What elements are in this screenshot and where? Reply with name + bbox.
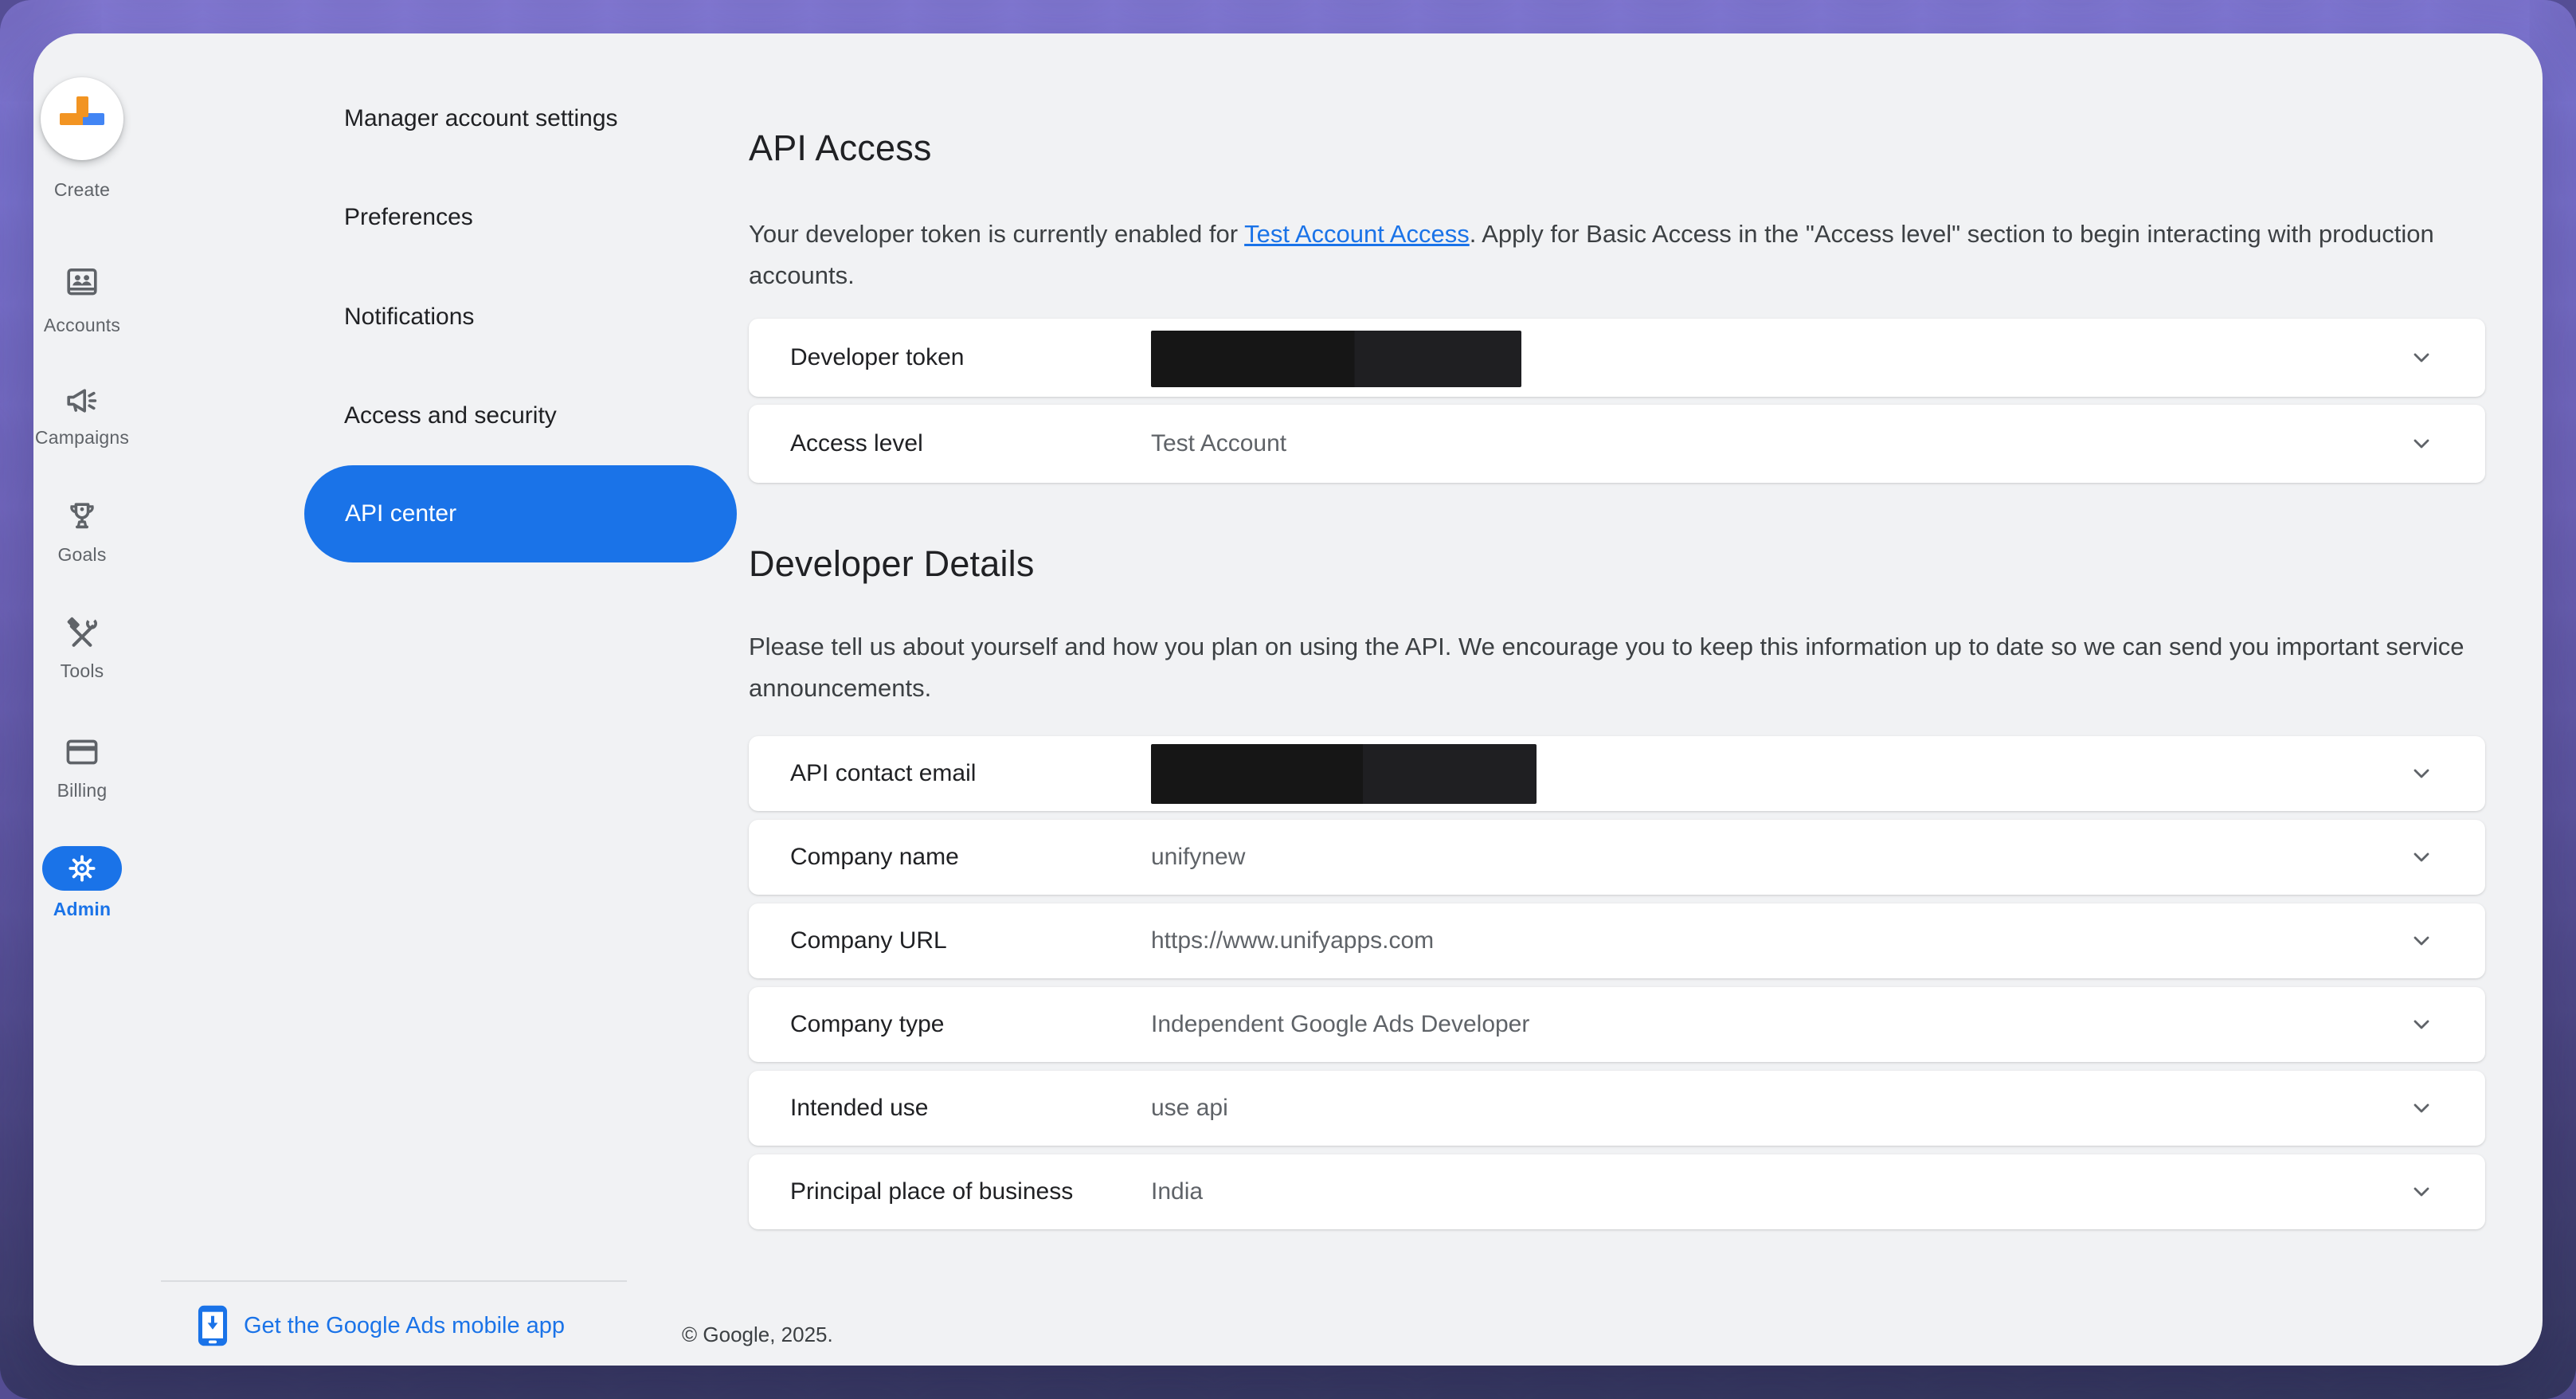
api-contact-email-label: API contact email [790,760,1151,787]
redacted-api-contact-email-value [1151,744,1537,804]
rail-item-create-label[interactable]: Create [33,179,146,201]
rail-item-tools-label[interactable]: Tools [33,660,146,682]
accounts-icon[interactable] [63,263,101,301]
api-access-description-before: Your developer token is currently enable… [749,220,1244,248]
access-level-value: Test Account [1151,430,1286,457]
principal-place-of-business-value: India [1151,1178,1203,1205]
intended-use-value: use api [1151,1095,1228,1122]
developer-details-title: Developer Details [749,543,1035,585]
nav-item-access-and-security[interactable]: Access and security [344,398,557,433]
intended-use-row[interactable]: Intended use use api [749,1071,2485,1146]
nav-footer-divider [161,1280,627,1282]
access-level-label: Access level [790,430,1151,457]
chevron-down-icon[interactable] [2409,1179,2434,1205]
rail-item-billing-label[interactable]: Billing [33,780,146,801]
company-name-row[interactable]: Company name unifynew [749,820,2485,895]
create-button[interactable] [41,77,123,160]
access-level-row[interactable]: Access level Test Account [749,405,2485,483]
rail-item-admin[interactable] [42,846,122,891]
nav-item-preferences[interactable]: Preferences [344,200,473,235]
nav-item-notifications[interactable]: Notifications [344,300,474,335]
gear-icon [66,852,98,884]
company-url-row[interactable]: Company URL https://www.unifyapps.com [749,903,2485,978]
chevron-down-icon[interactable] [2409,1095,2434,1121]
get-mobile-app-label: Get the Google Ads mobile app [244,1313,565,1339]
company-type-value: Independent Google Ads Developer [1151,1011,1529,1038]
google-ads-window: Create Accounts Campaigns Goa [33,33,2543,1366]
phone-download-icon [198,1305,228,1346]
chevron-down-icon[interactable] [2409,928,2434,954]
chevron-down-icon[interactable] [2409,761,2434,786]
nav-item-manager-account-settings[interactable]: Manager account settings [344,101,618,136]
api-contact-email-row[interactable]: API contact email [749,736,2485,811]
rail-item-admin-label[interactable]: Admin [33,899,146,920]
company-name-value: unifynew [1151,844,1245,871]
megaphone-icon[interactable] [63,382,101,420]
redacted-developer-token-value [1151,331,1521,387]
rail-item-goals-label[interactable]: Goals [33,544,146,566]
api-access-title: API Access [749,127,932,169]
copyright-notice: © Google, 2025. [682,1323,833,1347]
company-url-label: Company URL [790,927,1151,954]
company-url-value: https://www.unifyapps.com [1151,927,1434,954]
principal-place-of-business-row[interactable]: Principal place of business India [749,1154,2485,1229]
plus-icon [60,96,104,141]
rail-item-accounts-label[interactable]: Accounts [33,315,146,336]
api-access-rows: Developer token Access level Test Accoun… [749,319,2485,491]
developer-details-description: Please tell us about yourself and how yo… [749,626,2469,709]
company-name-label: Company name [790,844,1151,871]
principal-place-of-business-label: Principal place of business [790,1178,1151,1205]
primary-nav-rail: Create Accounts Campaigns Goa [33,33,169,1366]
company-type-row[interactable]: Company type Independent Google Ads Deve… [749,987,2485,1062]
chevron-down-icon[interactable] [2409,844,2434,870]
chevron-down-icon[interactable] [2409,345,2434,370]
developer-token-row[interactable]: Developer token [749,319,2485,397]
nav-item-api-center-active[interactable]: API center [304,465,737,562]
chevron-down-icon[interactable] [2409,1012,2434,1037]
api-access-description: Your developer token is currently enable… [749,214,2469,296]
nav-item-api-center-label: API center [345,500,456,527]
rail-item-campaigns-label[interactable]: Campaigns [33,427,146,449]
chevron-down-icon[interactable] [2409,431,2434,457]
credit-card-icon[interactable] [63,733,101,771]
tools-icon[interactable] [63,614,101,652]
company-type-label: Company type [790,1011,1151,1038]
admin-section-nav: Manager account settings Preferences Not… [169,33,742,1366]
developer-details-rows: API contact email Company name unifynew … [749,736,2485,1238]
trophy-icon[interactable] [63,497,101,535]
intended-use-label: Intended use [790,1095,1151,1122]
test-account-access-link[interactable]: Test Account Access [1244,220,1470,248]
developer-token-label: Developer token [790,344,1151,371]
get-mobile-app-link[interactable]: Get the Google Ads mobile app [198,1305,565,1346]
